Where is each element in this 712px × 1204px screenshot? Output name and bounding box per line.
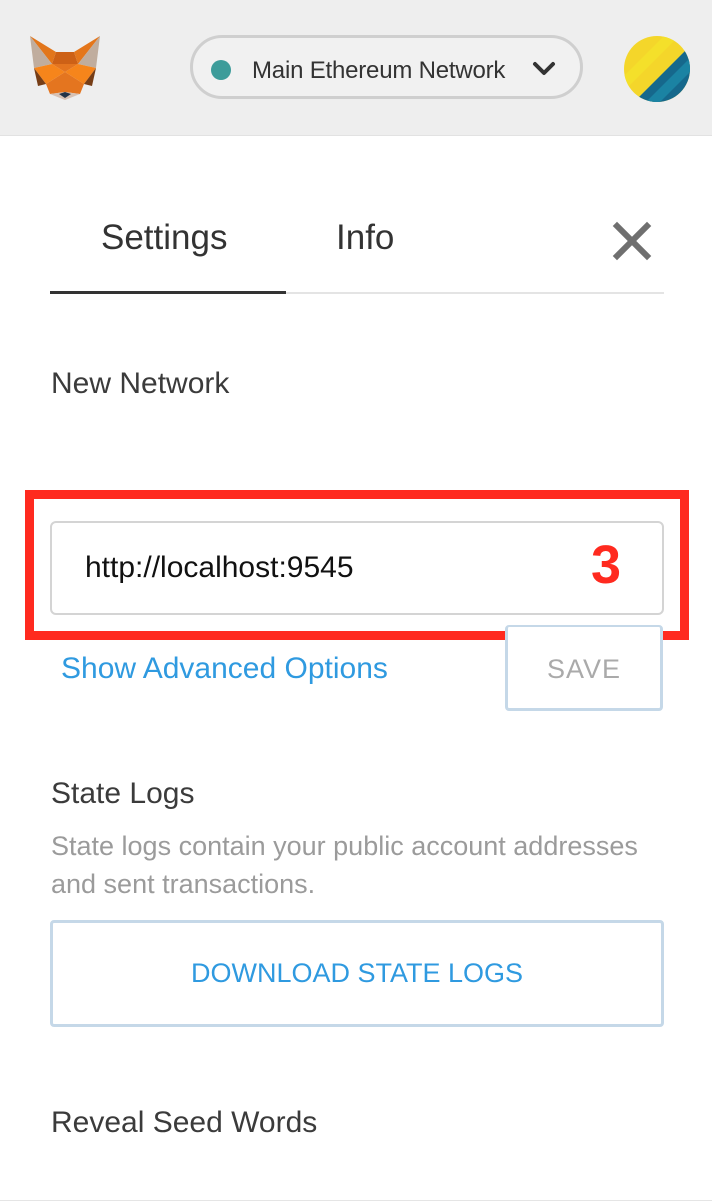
close-icon[interactable] <box>612 221 652 261</box>
state-logs-title: State Logs <box>51 777 195 810</box>
save-button[interactable]: SAVE <box>505 625 663 711</box>
annotation-highlight-box <box>25 490 689 640</box>
network-status-dot <box>211 60 231 80</box>
active-tab-indicator <box>50 291 286 294</box>
state-logs-description: State logs contain your public account a… <box>51 831 638 899</box>
network-selector[interactable]: Main Ethereum Network <box>190 35 583 99</box>
metamask-fox-icon[interactable] <box>26 34 104 102</box>
download-state-logs-button[interactable]: DOWNLOAD STATE LOGS <box>50 920 664 1027</box>
app-header: Main Ethereum Network <box>0 0 712 136</box>
annotation-step-number: 3 <box>591 535 622 595</box>
reveal-seed-words-title: Reveal Seed Words <box>51 1106 318 1139</box>
bottom-divider <box>0 1200 712 1201</box>
network-label: Main Ethereum Network <box>252 57 506 84</box>
tab-settings[interactable]: Settings <box>101 218 227 258</box>
chevron-down-icon <box>533 62 555 75</box>
account-identicon[interactable] <box>624 36 690 102</box>
show-advanced-options-link[interactable]: Show Advanced Options <box>61 652 388 686</box>
new-network-title: New Network <box>51 367 230 400</box>
tab-info[interactable]: Info <box>336 218 394 258</box>
